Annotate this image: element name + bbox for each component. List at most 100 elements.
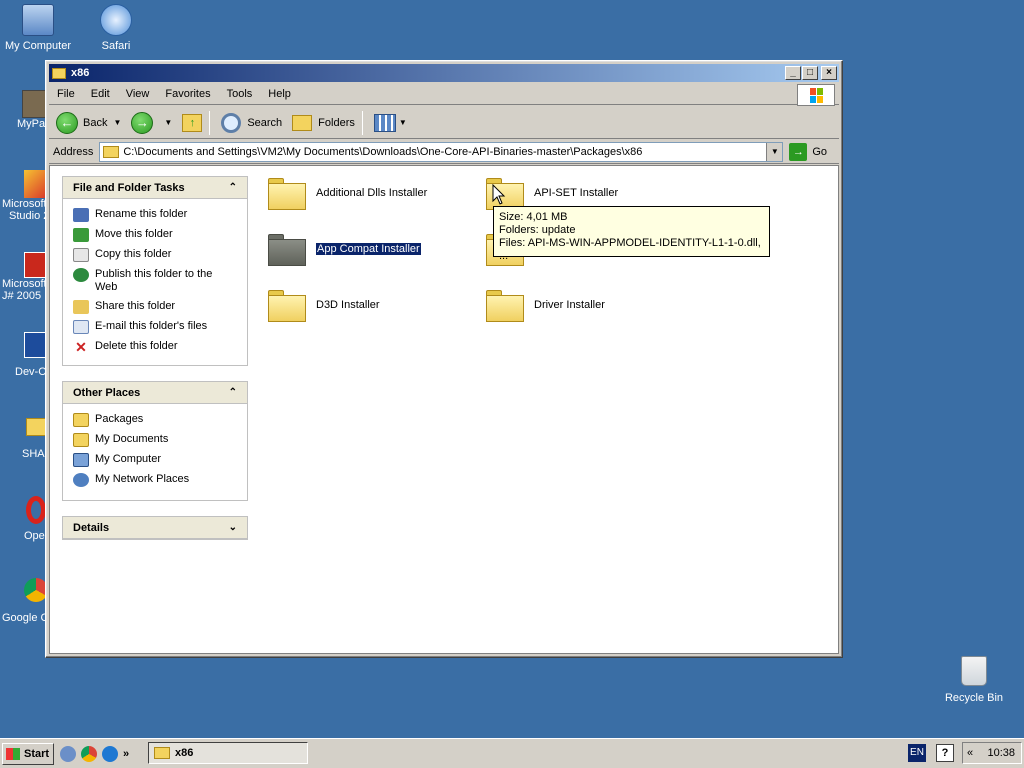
rename-icon <box>73 208 89 222</box>
toolbar-separator <box>361 110 363 135</box>
chrome-icon[interactable] <box>81 745 97 762</box>
forward-arrow-icon: → <box>131 111 154 134</box>
place-my-documents[interactable]: My Documents <box>63 430 247 450</box>
search-label: Search <box>247 116 283 129</box>
collapse-icon[interactable]: ⌃ <box>229 182 237 193</box>
expand-icon[interactable]: ⌄ <box>229 522 237 533</box>
desktop-icon-label: My Computer <box>4 40 72 52</box>
panel-header[interactable]: Other Places ⌃ <box>63 382 247 404</box>
desktop-icon-visual-studio[interactable]: Microsoft Studio 2 <box>0 170 49 222</box>
tooltip-size: Size: 4,01 MB <box>499 211 568 223</box>
address-value: C:\Documents and Settings\VM2\My Documen… <box>123 145 643 158</box>
desktop-icon-label: J# 2005 <box>2 290 42 302</box>
folder-label: API-SET Installer <box>534 187 619 199</box>
place-my-computer[interactable]: My Computer <box>63 450 247 470</box>
desktop-icon-shai[interactable]: SHAI <box>0 418 48 460</box>
close-button[interactable]: × <box>821 66 837 80</box>
link-label: Publish this folder to the Web <box>95 268 213 293</box>
menu-edit[interactable]: Edit <box>83 88 118 100</box>
folder-label: Driver Installer <box>534 299 605 311</box>
language-indicator[interactable]: EN <box>908 744 926 762</box>
email-icon <box>73 320 89 334</box>
desktop-icon-recycle-bin[interactable]: Recycle Bin <box>940 656 1008 704</box>
publish-folder-link[interactable]: Publish this folder to the Web <box>63 265 247 297</box>
collapse-icon[interactable]: ⌃ <box>229 387 237 398</box>
move-folder-link[interactable]: Move this folder <box>63 225 247 245</box>
folder-icon <box>154 747 170 759</box>
show-desktop-icon[interactable] <box>60 745 76 762</box>
panel-header[interactable]: File and Folder Tasks ⌃ <box>63 177 247 199</box>
taskbar-window-x86[interactable]: x86 <box>148 742 308 764</box>
network-icon <box>73 473 89 487</box>
copy-folder-link[interactable]: Copy this folder <box>63 245 247 265</box>
link-label: Copy this folder <box>95 248 172 260</box>
desktop-icon-opera[interactable]: Ope <box>0 496 46 542</box>
share-folder-link[interactable]: Share this folder <box>63 297 247 317</box>
desktop-icon-mypa[interactable]: MyPa <box>0 90 46 130</box>
tray-expand-icon[interactable]: « <box>967 747 973 759</box>
desktop-icon-google-chrome[interactable]: Google C <box>0 578 48 624</box>
back-arrow-icon: ← <box>56 111 78 134</box>
internet-explorer-icon[interactable] <box>102 745 118 762</box>
menu-file[interactable]: File <box>49 88 83 100</box>
place-packages[interactable]: Packages <box>63 410 247 430</box>
clock[interactable]: 10:38 <box>987 747 1015 759</box>
share-icon <box>73 300 89 314</box>
desktop-icon-dev-c[interactable]: Dev-C <box>0 332 46 378</box>
menu-favorites[interactable]: Favorites <box>157 88 218 100</box>
folder-additional-dlls-installer[interactable]: Additional Dlls Installer <box>268 176 427 210</box>
place-my-network-places[interactable]: My Network Places <box>63 470 247 490</box>
quick-launch-chevron[interactable]: » <box>123 748 129 760</box>
menu-tools[interactable]: Tools <box>219 88 261 100</box>
folder-d3d-installer[interactable]: D3D Installer <box>268 288 380 322</box>
folder-label: D3D Installer <box>316 299 380 311</box>
desktop-icon-label: MyPa <box>17 118 46 130</box>
back-button[interactable]: ← Back ▼ <box>53 109 124 137</box>
folder-driver-installer[interactable]: Driver Installer <box>486 288 605 322</box>
up-button[interactable]: ↑ <box>179 109 205 137</box>
desktop-icon-image <box>24 332 46 358</box>
go-button[interactable]: → Go <box>789 142 827 161</box>
search-button[interactable]: Search <box>218 109 285 137</box>
desktop-icon-image <box>26 496 46 524</box>
chevron-down-icon[interactable]: ▼ <box>113 118 121 127</box>
other-places-panel: Other Places ⌃ Packages My Documents My … <box>62 381 248 501</box>
panel-header[interactable]: Details ⌄ <box>63 517 247 539</box>
delete-folder-link[interactable]: ✕ Delete this folder <box>63 337 247 357</box>
delete-icon: ✕ <box>75 339 87 355</box>
chevron-down-icon[interactable]: ▼ <box>766 142 783 161</box>
link-label: My Network Places <box>95 473 190 485</box>
desktop-icon-label: Microsoft <box>2 278 47 290</box>
forward-button[interactable]: → ▼ <box>128 109 175 137</box>
start-button[interactable]: Start <box>2 742 54 765</box>
copy-icon <box>73 248 89 262</box>
folder-app-compat-installer[interactable]: App Compat Installer <box>268 232 422 266</box>
windows-logo-icon <box>797 84 835 106</box>
desktop-icon-my-computer[interactable]: My Computer <box>0 4 76 52</box>
folder-label: Additional Dlls Installer <box>316 187 428 199</box>
menu-view[interactable]: View <box>118 88 158 100</box>
help-icon[interactable]: ? <box>936 744 954 762</box>
views-button[interactable]: ▼ <box>371 109 410 137</box>
folder-info-tooltip: Size: 4,01 MB Folders: update Files: API… <box>493 206 770 262</box>
desktop-icon-safari[interactable]: Safari <box>78 4 154 52</box>
link-label: Share this folder <box>95 300 176 312</box>
link-label: Delete this folder <box>95 340 178 352</box>
menu-help[interactable]: Help <box>260 88 299 100</box>
desktop-icon-vj[interactable]: Microsoft J# 2005 <box>0 252 47 302</box>
desktop-icon-label: Studio 2 <box>9 210 50 222</box>
email-folder-link[interactable]: E-mail this folder's files <box>63 317 247 337</box>
panel-title: Other Places <box>73 386 141 399</box>
menu-bar: File Edit View Favorites Tools Help <box>49 83 839 106</box>
tooltip-folders: Folders: update <box>499 224 576 236</box>
maximize-button[interactable]: □ <box>802 66 818 80</box>
tooltip-files: Files: API-MS-WIN-APPMODEL-IDENTITY-L1-1… <box>499 237 761 262</box>
title-bar[interactable]: x86 _ □ × <box>49 64 839 82</box>
go-arrow-icon: → <box>789 142 808 161</box>
desktop-icon-label: Ope <box>24 530 45 542</box>
address-input[interactable]: C:\Documents and Settings\VM2\My Documen… <box>99 141 784 162</box>
rename-folder-link[interactable]: Rename this folder <box>63 205 247 225</box>
chevron-down-icon[interactable]: ▼ <box>164 118 172 127</box>
minimize-button[interactable]: _ <box>785 66 801 80</box>
folders-button[interactable]: Folders <box>289 109 358 137</box>
